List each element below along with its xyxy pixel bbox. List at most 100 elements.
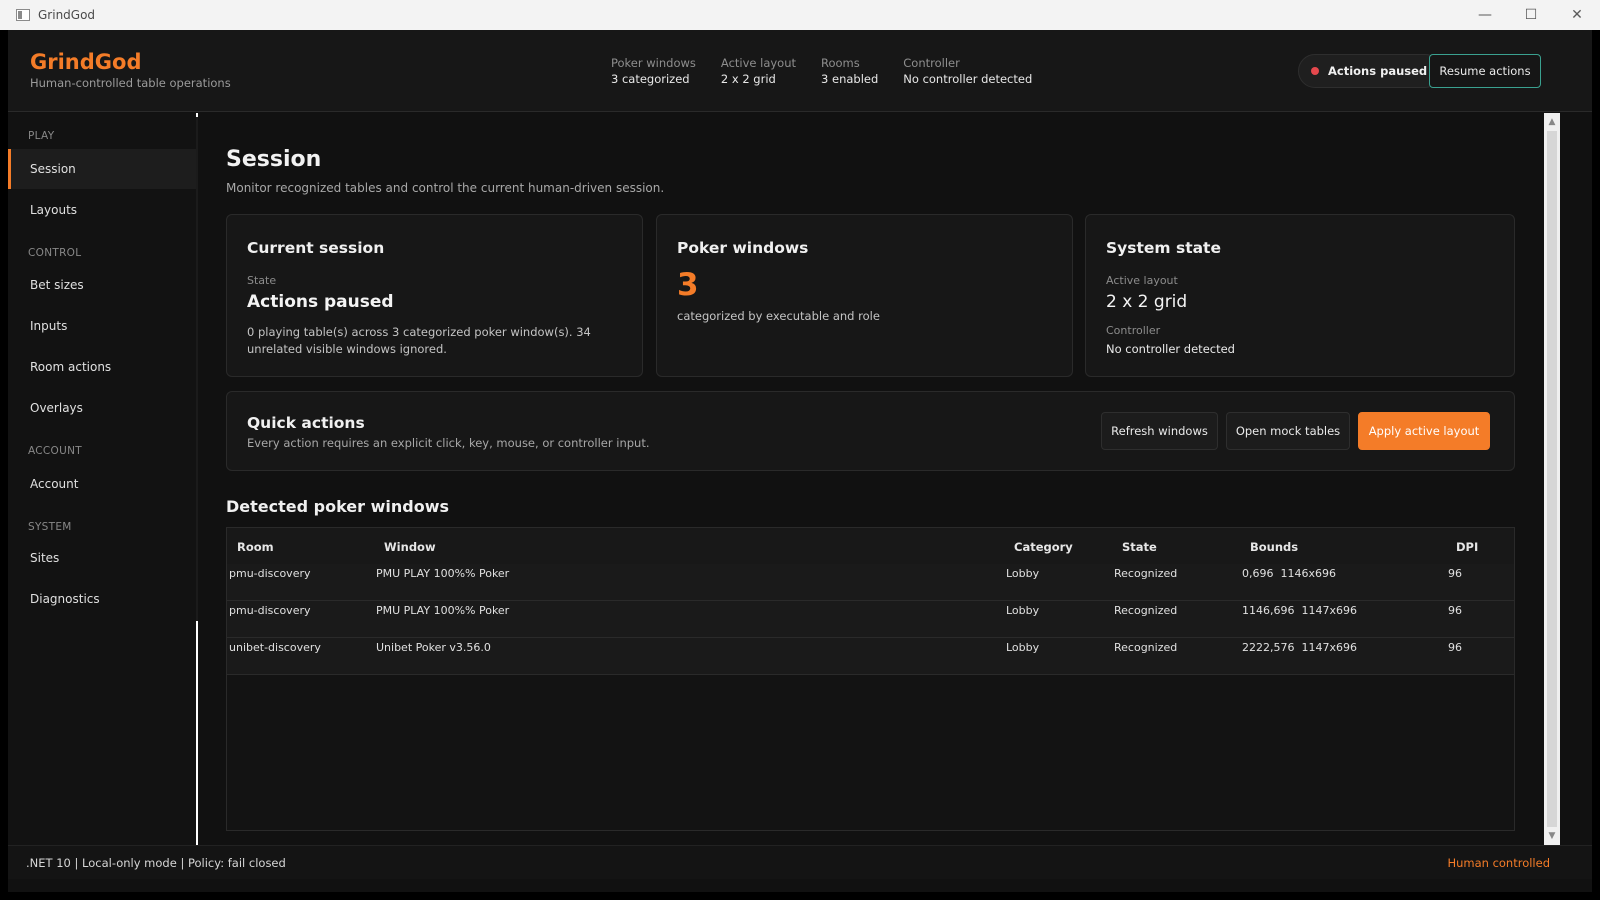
status-bar: .NET 10 | Local-only mode | Policy: fail… (8, 845, 1592, 879)
quick-actions-card: Quick actions Every action requires an e… (226, 391, 1515, 471)
active-layout-label: Active layout (1106, 274, 1178, 287)
sidebar-item-account[interactable]: Account (8, 464, 196, 504)
sidebar-scroll-thumb[interactable] (196, 621, 198, 845)
human-controlled-status: Human controlled (1447, 855, 1550, 870)
close-icon[interactable]: ✕ (1554, 0, 1600, 30)
brand-subtitle: Human-controlled table operations (30, 76, 231, 90)
sidebar-section-account: ACCOUNT (28, 445, 82, 457)
stat-active-layout: Active layout 2 x 2 grid (721, 56, 796, 86)
window-titlebar: GrindGod — ☐ ✕ (0, 0, 1600, 30)
poker-windows-caption: categorized by executable and role (677, 309, 880, 323)
column-header-bounds[interactable]: Bounds (1250, 540, 1298, 554)
stat-label: Active layout (720, 56, 797, 70)
window-title: GrindGod (38, 8, 96, 22)
sidebar-item-session[interactable]: Session (8, 149, 196, 189)
scroll-up-icon[interactable]: ▲ (1544, 114, 1560, 130)
cell-room: unibet-discovery (229, 641, 321, 654)
stat-value: No controller detected (903, 72, 1033, 86)
scroll-thumb[interactable] (1547, 131, 1557, 827)
cell-room: pmu-discovery (229, 604, 311, 617)
open-mock-tables-button[interactable]: Open mock tables (1226, 412, 1350, 450)
page-title: Session (226, 147, 322, 172)
resume-actions-button[interactable]: Resume actions (1429, 54, 1541, 88)
table-row[interactable]: unibet-discovery Unibet Poker v3.56.0 Lo… (227, 638, 1514, 675)
main-content: Session Monitor recognized tables and co… (204, 113, 1544, 845)
refresh-windows-button[interactable]: Refresh windows (1101, 412, 1218, 450)
stat-poker-windows: Poker windows 3 categorized (611, 56, 696, 86)
app-window-icon (16, 9, 30, 21)
session-description: 0 playing table(s) across 3 categorized … (247, 325, 591, 356)
main-scrollbar[interactable]: ▲ ▼ (1544, 113, 1560, 845)
cell-category: Lobby (1006, 567, 1040, 580)
window-controls: — ☐ ✕ (1462, 0, 1600, 30)
cell-state: Recognized (1114, 604, 1178, 617)
sidebar-scrollbar[interactable] (196, 113, 198, 845)
cell-window: PMU PLAY 100%% Poker (376, 604, 510, 617)
stat-rooms: Rooms 3 enabled (821, 56, 878, 86)
cell-window: Unibet Poker v3.56.0 (376, 641, 491, 654)
actions-status-badge: Actions paused (1298, 54, 1443, 88)
stat-label: Rooms (821, 56, 860, 70)
sidebar-item-bet-sizes[interactable]: Bet sizes (8, 265, 196, 305)
cell-dpi: 96 (1448, 604, 1462, 617)
sidebar-item-diagnostics[interactable]: Diagnostics (8, 579, 196, 619)
stat-value: 3 enabled (821, 72, 879, 86)
cell-room: pmu-discovery (229, 567, 311, 580)
column-header-room[interactable]: Room (237, 540, 274, 554)
cell-state: Recognized (1114, 567, 1178, 580)
app-window: GrindGod Human-controlled table operatio… (8, 30, 1592, 892)
sidebar-item-sites[interactable]: Sites (8, 538, 196, 578)
brand-name: GrindGod (30, 50, 142, 74)
sidebar-section-control: CONTROL (28, 247, 82, 259)
cell-dpi: 96 (1448, 641, 1462, 654)
system-state-card: System state Active layout 2 x 2 grid Co… (1085, 214, 1515, 377)
cell-window: PMU PLAY 100%% Poker (376, 567, 510, 580)
stat-value: 2 x 2 grid (720, 72, 776, 86)
minimize-icon[interactable]: — (1462, 0, 1508, 30)
quick-actions-subtitle: Every action requires an explicit click,… (247, 436, 650, 450)
sidebar-item-overlays[interactable]: Overlays (8, 388, 196, 428)
detected-windows-table: Room Window Category State Bounds DPI pm… (226, 527, 1515, 831)
table-header: Room Window Category State Bounds DPI (227, 528, 1514, 564)
header-stats: Poker windows 3 categorized Active layou… (611, 56, 1057, 86)
card-title: Poker windows (677, 239, 809, 257)
cell-bounds: 0,696 1146x696 (1242, 567, 1336, 580)
column-header-state[interactable]: State (1122, 540, 1157, 554)
controller-label: Controller (1106, 324, 1161, 337)
sidebar: PLAY Session Layouts CONTROL Bet sizes I… (8, 113, 196, 845)
cell-category: Lobby (1006, 641, 1040, 654)
cell-bounds: 1146,696 1147x696 (1242, 604, 1357, 617)
column-header-category[interactable]: Category (1014, 540, 1073, 554)
poker-windows-card: Poker windows 3 categorized by executabl… (656, 214, 1073, 377)
cell-dpi: 96 (1448, 567, 1462, 580)
current-session-card: Current session State Actions paused 0 p… (226, 214, 643, 377)
controller-value: No controller detected (1106, 342, 1235, 356)
sidebar-section-play: PLAY (28, 130, 55, 142)
scroll-down-icon[interactable]: ▼ (1544, 828, 1560, 844)
state-label: State (247, 274, 277, 287)
column-header-window[interactable]: Window (384, 540, 436, 554)
sidebar-section-system: SYSTEM (28, 521, 72, 533)
maximize-icon[interactable]: ☐ (1508, 0, 1554, 30)
cell-category: Lobby (1006, 604, 1040, 617)
status-dot-icon (1311, 67, 1319, 75)
state-value: Actions paused (247, 292, 394, 312)
sidebar-scroll-marker (196, 113, 198, 117)
quick-actions-title: Quick actions (247, 414, 365, 432)
detected-windows-title: Detected poker windows (226, 497, 450, 516)
active-layout-value: 2 x 2 grid (1106, 292, 1188, 312)
brand: GrindGod Human-controlled table operatio… (30, 50, 231, 90)
poker-windows-count: 3 (677, 267, 699, 303)
apply-active-layout-button[interactable]: Apply active layout (1358, 412, 1490, 450)
table-row[interactable]: pmu-discovery PMU PLAY 100%% Poker Lobby… (227, 564, 1514, 601)
status-bar-info: .NET 10 | Local-only mode | Policy: fail… (26, 855, 286, 870)
column-header-dpi[interactable]: DPI (1456, 540, 1478, 554)
sidebar-item-room-actions[interactable]: Room actions (8, 347, 196, 387)
status-badge-label: Actions paused (1328, 64, 1428, 78)
sidebar-item-inputs[interactable]: Inputs (8, 306, 196, 346)
stat-value: 3 categorized (611, 72, 690, 86)
table-row[interactable]: pmu-discovery PMU PLAY 100%% Poker Lobby… (227, 601, 1514, 638)
sidebar-item-layouts[interactable]: Layouts (8, 190, 196, 230)
page-subtitle: Monitor recognized tables and control th… (226, 181, 665, 195)
card-title: System state (1106, 239, 1221, 257)
